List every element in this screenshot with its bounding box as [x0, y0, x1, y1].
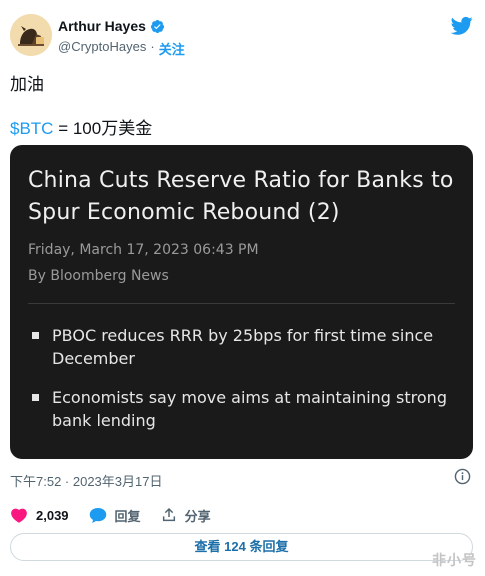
action-bar: 2,039 回复 分享 [10, 505, 231, 525]
tweet-header: Arthur Hayes @CryptoHayes · 关注 [10, 12, 475, 60]
handle-row: @CryptoHayes · 关注 [58, 39, 185, 58]
news-card-image[interactable]: China Cuts Reserve Ratio for Banks to Sp… [10, 145, 473, 459]
handle-separator: · [150, 39, 155, 54]
like-button[interactable]: 2,039 [10, 507, 69, 523]
tweet-embed: Arthur Hayes @CryptoHayes · 关注 加油 $BTC =… [0, 0, 485, 576]
reply-bubble-icon [89, 507, 106, 523]
card-bullet-1: PBOC reduces RRR by 25bps for first time… [28, 324, 453, 370]
watermark: 非小号 [432, 552, 477, 568]
card-date: Friday, March 17, 2023 06:43 PM [28, 242, 259, 258]
verified-badge-icon [150, 19, 164, 33]
card-bullet-1-text: PBOC reduces RRR by 25bps for first time… [52, 326, 434, 368]
name-row: Arthur Hayes [58, 18, 165, 34]
like-count: 2,039 [36, 507, 69, 523]
view-replies-button[interactable]: 查看 124 条回复 [10, 533, 473, 561]
tweet-text-line-2: $BTC = 100万美金 [10, 114, 152, 139]
follow-button[interactable]: 关注 [159, 39, 185, 58]
reply-label: 回复 [114, 508, 141, 524]
twitter-bird-icon[interactable] [451, 16, 473, 36]
avatar[interactable] [10, 14, 52, 56]
share-label: 分享 [184, 508, 211, 524]
share-icon [162, 507, 175, 522]
info-icon[interactable] [454, 468, 471, 485]
card-title: China Cuts Reserve Ratio for Banks to Sp… [28, 168, 454, 225]
card-divider [28, 303, 455, 304]
card-byline: By Bloomberg News [28, 268, 169, 284]
card-bullet-2: Economists say move aims at maintaining … [28, 386, 453, 432]
handle[interactable]: @CryptoHayes [58, 39, 146, 58]
display-name[interactable]: Arthur Hayes [58, 18, 146, 34]
bullet-marker [32, 394, 39, 401]
heart-icon [11, 508, 27, 523]
cashtag-link[interactable]: $BTC [10, 119, 53, 138]
tweet-text-line-2-rest: = 100万美金 [53, 119, 153, 138]
card-bullet-2-text: Economists say move aims at maintaining … [52, 388, 447, 430]
tweet-timestamp[interactable]: 下午7:52 · 2023年3月17日 [10, 471, 162, 490]
reply-button[interactable]: 回复 [89, 506, 141, 525]
share-button[interactable]: 分享 [161, 506, 211, 525]
bullet-marker [32, 332, 39, 339]
tweet-text-line-1: 加油 [10, 75, 44, 94]
avatar-image [10, 14, 52, 56]
